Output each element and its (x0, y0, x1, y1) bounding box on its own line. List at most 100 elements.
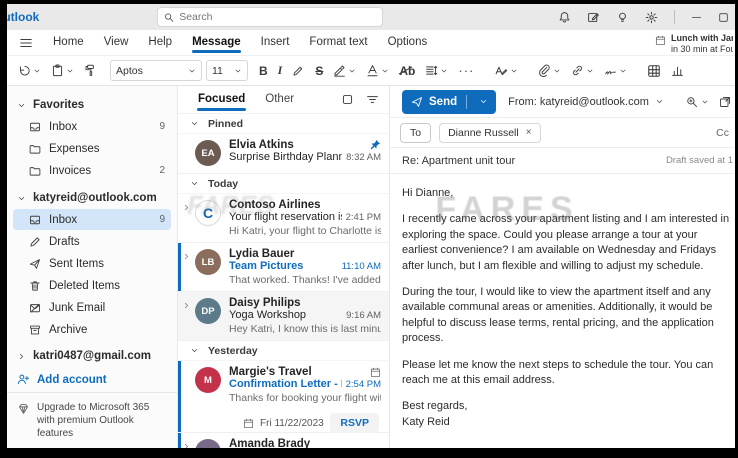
group-header-today[interactable]: Today (178, 174, 389, 194)
tab-view[interactable]: View (94, 31, 139, 54)
search-input[interactable] (179, 11, 376, 23)
to-button[interactable]: To (400, 123, 431, 143)
rsvp-button[interactable]: RSVP (330, 413, 379, 433)
link-icon (571, 64, 584, 77)
folder-label: Expenses (49, 143, 157, 155)
sender-name: Amanda Brady (229, 438, 381, 448)
font-size-select[interactable]: 11 (206, 60, 248, 81)
search-box[interactable] (157, 7, 383, 27)
paste-button[interactable] (48, 61, 77, 80)
feedback-icon[interactable] (587, 11, 600, 24)
calendar-reminder[interactable]: Lunch with Jane in 30 min at Fou (655, 33, 733, 56)
title-bar: Outlook (7, 4, 735, 30)
italic-button[interactable]: I (275, 60, 286, 81)
tab-help[interactable]: Help (138, 31, 182, 54)
sidebar-item-invoices[interactable]: Invoices 2 (13, 160, 171, 181)
subject-field[interactable]: Re: Apartment unit tour (402, 155, 666, 167)
tab-home[interactable]: Home (43, 31, 94, 54)
recipient-pill[interactable]: Dianne Russell × (439, 123, 540, 143)
font-family-select[interactable]: Aptos (110, 60, 202, 81)
filter-icon[interactable] (366, 93, 379, 106)
from-selector[interactable]: From: katyreid@outlook.com (508, 96, 664, 108)
insert-chart-button[interactable] (668, 61, 687, 80)
tab-message[interactable]: Message (182, 31, 251, 54)
table-icon (647, 64, 661, 78)
minimize-button[interactable] (691, 12, 702, 23)
message-time: 9:16 AM (346, 310, 381, 321)
cc-button[interactable]: Cc (716, 127, 729, 139)
zoom-control[interactable] (686, 96, 709, 108)
insert-link-button[interactable] (568, 61, 597, 80)
send-button[interactable]: Send (402, 90, 496, 114)
styles-button[interactable] (491, 61, 521, 80)
insert-table-button[interactable] (644, 61, 664, 81)
sidebar-item-junk[interactable]: Junk Email (13, 297, 171, 318)
group-header-yesterday[interactable]: Yesterday (178, 341, 389, 361)
message-row-daisy[interactable]: DP Daisy Philips Yoga Workshop 9:16 AM H… (178, 292, 389, 341)
bold-button[interactable]: B (256, 61, 271, 81)
line-spacing-button[interactable] (422, 61, 451, 80)
sidebar-item-expenses[interactable]: Expenses (13, 138, 171, 159)
meeting-invite-row: Fri 11/22/2023 2:35 PM -... RSVP (229, 410, 381, 435)
signature-button[interactable] (601, 61, 630, 80)
chevron-down-icon (190, 119, 199, 128)
sidebar-item-deleted[interactable]: Deleted Items (13, 275, 171, 296)
hamburger-menu-icon[interactable] (19, 36, 33, 50)
tab-focused[interactable]: Focused (192, 89, 251, 111)
message-row-lydia[interactable]: LB Lydia Bauer Team Pictures 11:10 AM Th… (178, 243, 389, 292)
select-messages-icon[interactable] (341, 93, 354, 106)
chevron-down-icon (190, 179, 199, 188)
tab-other[interactable]: Other (259, 89, 300, 111)
font-size-value: 11 (212, 65, 223, 77)
underline-pen-icon (292, 64, 305, 77)
chevron-down-icon (66, 67, 74, 75)
send-options-chevron[interactable] (473, 97, 494, 106)
sidebar-item-sent[interactable]: Sent Items (13, 253, 171, 274)
message-row-margie[interactable]: M Margie's Travel Confirmation Letter - … (178, 361, 389, 433)
clear-formatting-button[interactable]: Ab (396, 61, 418, 81)
tab-insert[interactable]: Insert (251, 31, 300, 54)
upgrade-text: Upgrade to Microsoft 365 with premium Ou… (37, 401, 155, 440)
sidebar-item-archive[interactable]: Archive (13, 319, 171, 340)
add-account-button[interactable]: Add account (7, 367, 177, 392)
avatar: M (195, 367, 221, 393)
underline-button[interactable] (289, 61, 308, 80)
message-preview: Hi Katri, your flight to Charlotte is co… (229, 225, 381, 237)
tips-lightbulb-icon[interactable] (616, 11, 629, 24)
notifications-bell-icon[interactable] (558, 11, 571, 24)
open-in-new-window-icon[interactable] (719, 96, 731, 108)
sidebar-item-favorites-inbox[interactable]: Inbox 9 (13, 116, 171, 137)
clipboard-icon (51, 64, 64, 77)
avatar: EA (195, 140, 221, 166)
maximize-button[interactable] (718, 12, 729, 23)
chevron-down-icon (190, 346, 199, 355)
upgrade-banner[interactable]: Upgrade to Microsoft 365 with premium Ou… (7, 392, 177, 448)
message-body-editor[interactable]: Hi Dianne, I recently came across your a… (390, 174, 735, 440)
sidebar-item-inbox[interactable]: Inbox 9 (13, 209, 171, 230)
message-subject: Yoga Workshop (229, 309, 342, 321)
subject-row[interactable]: Re: Apartment unit tour Draft saved at 1 (390, 148, 735, 174)
font-color-button[interactable] (363, 61, 392, 80)
favorites-header[interactable]: Favorites (7, 94, 177, 116)
tab-format-text[interactable]: Format text (299, 31, 377, 54)
undo-button[interactable] (15, 61, 44, 80)
account-header[interactable]: katyreid@outlook.com (7, 187, 177, 209)
message-row-elvia[interactable]: EA Elvia Atkins Surprise Birthday Planni… (178, 134, 389, 174)
secondary-account-header[interactable]: katri0487@gmail.com (7, 345, 177, 367)
sidebar-item-drafts[interactable]: Drafts (13, 231, 171, 252)
attach-file-button[interactable] (535, 61, 564, 80)
body-paragraph: Best regards, (402, 399, 733, 414)
magnifier-icon (686, 96, 698, 108)
highlight-button[interactable] (330, 61, 359, 80)
message-row-amanda[interactable]: AB Amanda Brady Apartment Parking Spot O… (178, 433, 389, 448)
settings-gear-icon[interactable] (645, 11, 658, 24)
remove-recipient-icon[interactable]: × (526, 127, 532, 138)
signature-icon (604, 64, 617, 77)
message-row-contoso[interactable]: C Contoso Airlines Your flight reservati… (178, 194, 389, 243)
group-header-pinned[interactable]: Pinned (178, 114, 389, 134)
more-format-options-button[interactable]: ··· (455, 60, 477, 81)
format-painter-icon (84, 64, 97, 77)
tab-options[interactable]: Options (378, 31, 438, 54)
format-painter-button[interactable] (81, 61, 100, 80)
strikethrough-button[interactable]: S (312, 61, 326, 81)
